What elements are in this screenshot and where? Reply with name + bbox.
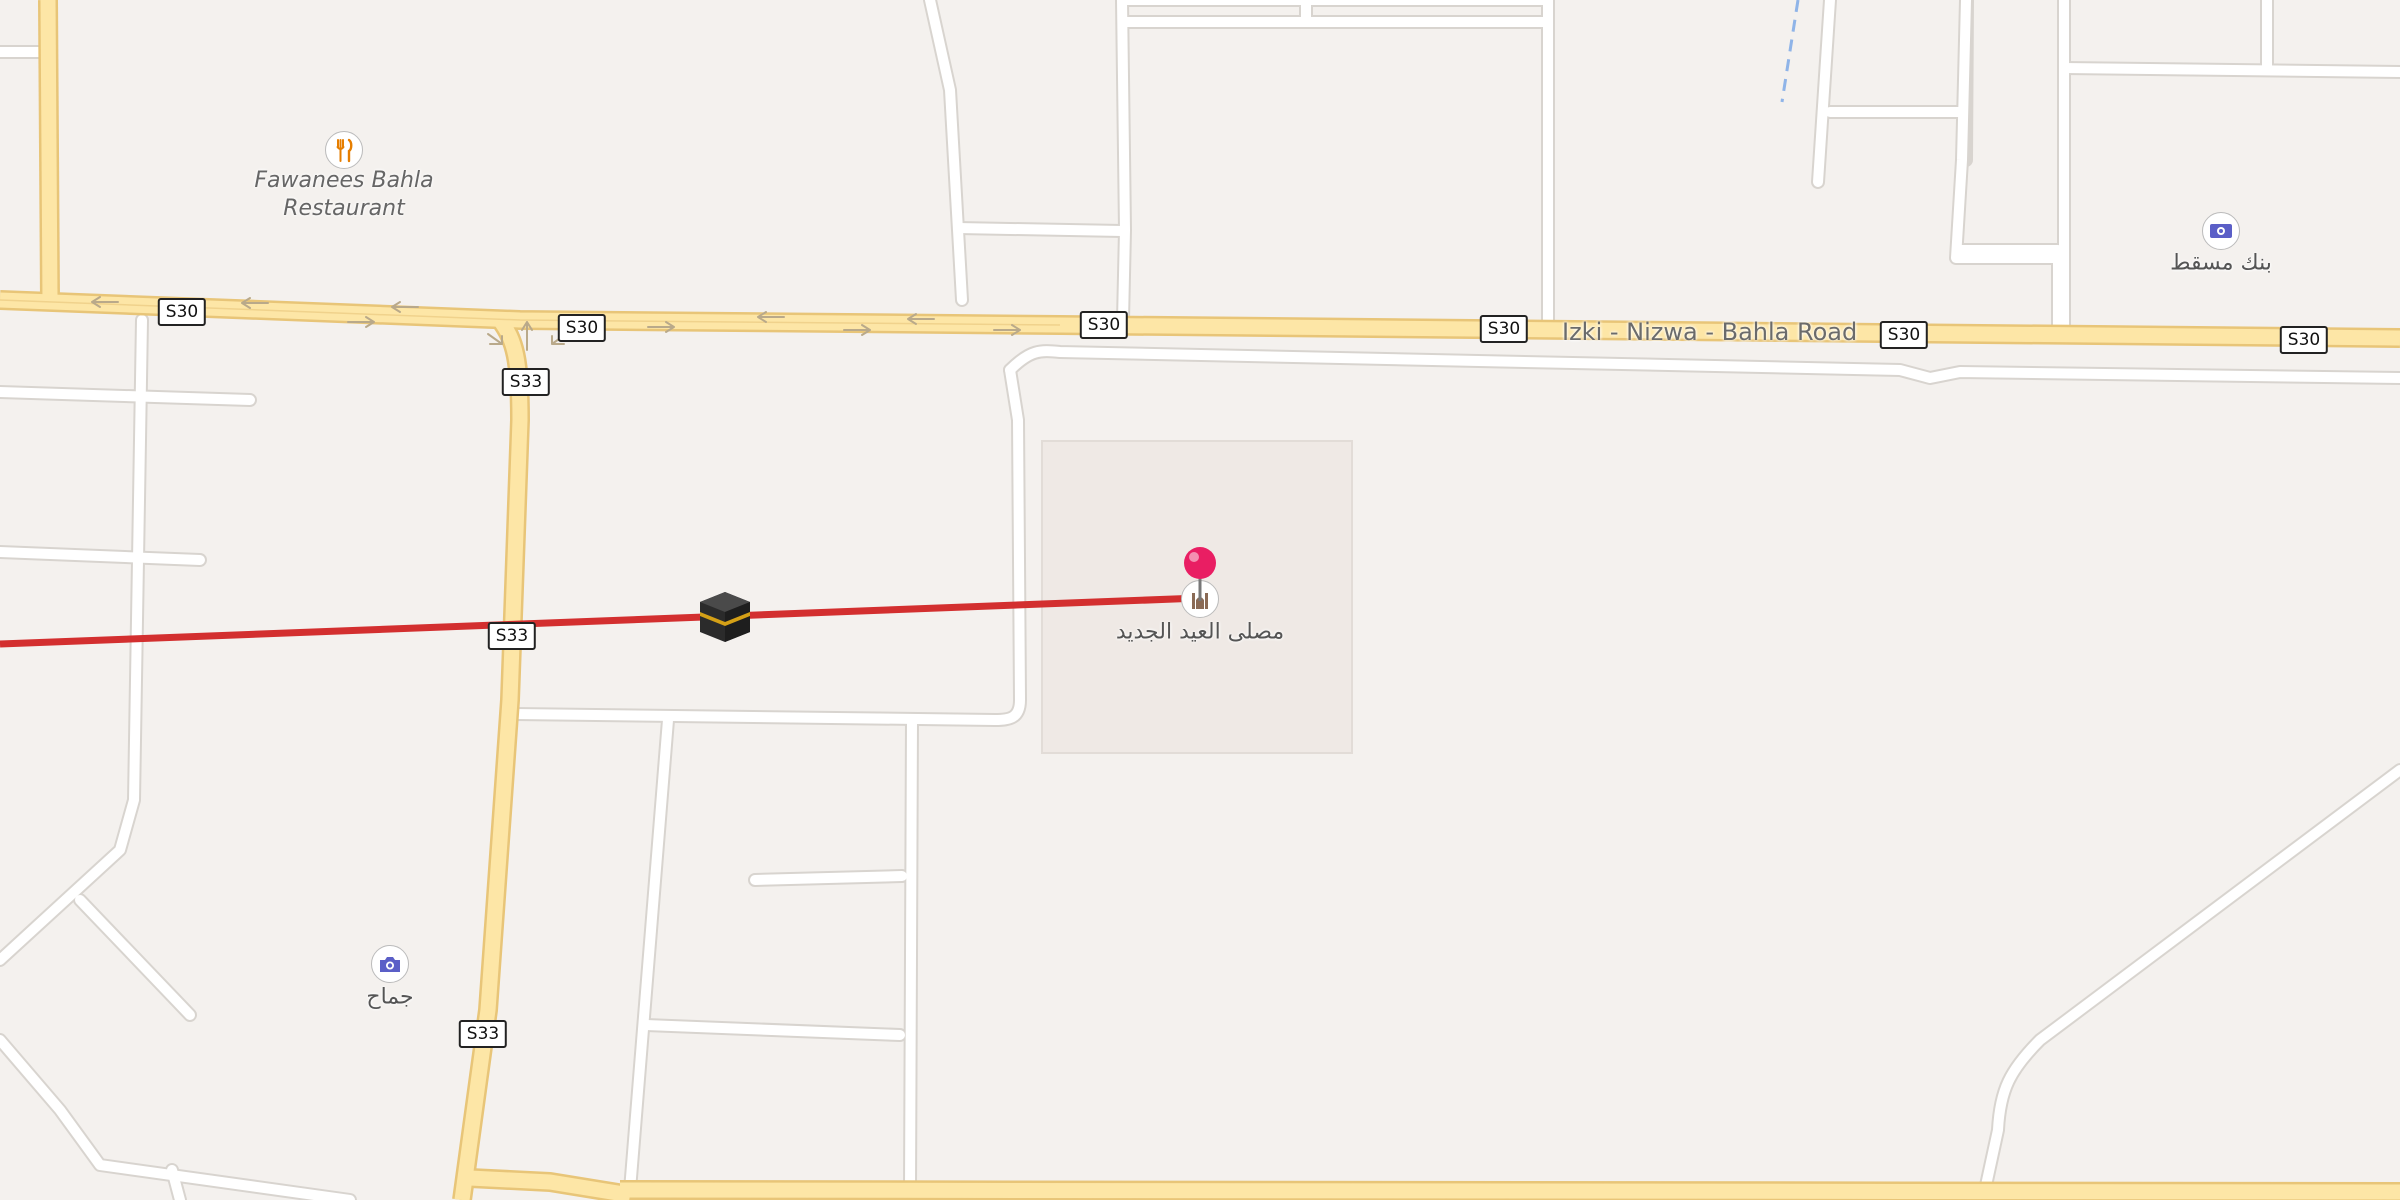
banknote-icon[interactable] (2202, 212, 2240, 250)
camera-icon[interactable] (371, 945, 409, 983)
fork-knife-icon[interactable] (325, 131, 363, 169)
restaurant-name-line2: Restaurant (283, 196, 405, 221)
map-canvas[interactable]: Izki - Nizwa - Bahla Road S30 S30 S30 S3… (0, 0, 2400, 1200)
route-shield-s30: S30 (1079, 311, 1129, 339)
photo-spot-label[interactable]: جماح (366, 985, 413, 1010)
route-shield-s30: S30 (1879, 321, 1929, 349)
bank-label[interactable]: بنك مسقط (2170, 251, 2272, 276)
kaaba-icon[interactable] (696, 588, 754, 646)
route-shield-s33: S33 (487, 622, 537, 650)
pink-pin-icon[interactable] (1182, 545, 1218, 601)
restaurant-name-line1: Fawanees Bahla (254, 168, 434, 193)
route-shield-s33: S33 (501, 368, 551, 396)
route-shield-s30: S30 (1479, 315, 1529, 343)
restaurant-label[interactable]: Fawanees Bahla Restaurant (254, 167, 433, 223)
route-shield-s30: S30 (557, 314, 607, 342)
route-shield-s30: S30 (157, 298, 207, 326)
route-shield-s30: S30 (2279, 326, 2329, 354)
dashed-track (1780, 0, 1800, 103)
route-shield-s33: S33 (458, 1020, 508, 1048)
mosque-label[interactable]: مصلى العيد الجديد (1116, 620, 1284, 645)
road-name-label: Izki - Nizwa - Bahla Road (1562, 318, 1858, 346)
